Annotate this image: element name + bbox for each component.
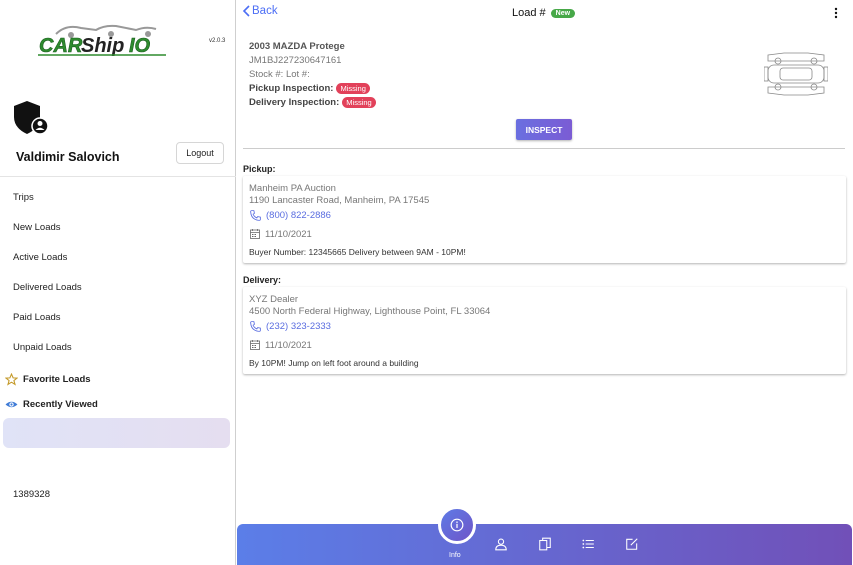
chevron-left-icon — [242, 5, 250, 17]
delivery-name: XYZ Dealer — [249, 294, 299, 305]
svg-text:Ship: Ship — [81, 35, 124, 57]
phone-icon — [250, 210, 261, 221]
pickup-inspection-row: Pickup Inspection: Missing — [249, 83, 370, 94]
sidebar-item-paid-loads[interactable]: Paid Loads — [13, 312, 61, 323]
pickup-date-text: 11/10/2021 — [265, 228, 312, 240]
pickup-phone-number: (800) 822-2886 — [266, 210, 331, 221]
delivery-inspection-label: Delivery Inspection: — [249, 97, 340, 108]
delivery-date-text: 11/10/2021 — [265, 339, 312, 351]
delivery-missing-badge: Missing — [342, 97, 376, 108]
app-version: v2.0.3 — [209, 38, 226, 44]
svg-text:IO: IO — [129, 35, 151, 57]
pickup-card: Manheim PA Auction 1190 Lancaster Road, … — [243, 176, 846, 263]
list-icon[interactable] — [581, 537, 595, 551]
vehicle-vin: JM1BJ227230647161 — [249, 55, 342, 66]
pickup-note: Buyer Number: 12345665 Delivery between … — [249, 247, 466, 257]
delivery-date: 11/10/2021 — [249, 339, 312, 351]
recently-viewed-label: Recently Viewed — [23, 399, 98, 410]
delivery-note: By 10PM! Jump on left foot around a buil… — [249, 358, 419, 368]
favorite-loads-label: Favorite Loads — [23, 374, 91, 385]
pickup-section-label: Pickup: — [243, 164, 276, 174]
user-name: Valdimir Salovich — [16, 150, 120, 164]
main-content: Back Load # New 2003 MAZDA Protege JM1BJ… — [237, 0, 853, 565]
sidebar-item-new-loads[interactable]: New Loads — [13, 222, 61, 233]
eye-icon — [5, 401, 18, 408]
user-shield-icon — [14, 101, 49, 135]
more-vert-icon[interactable] — [833, 7, 839, 19]
sidebar-item-delivered-loads[interactable]: Delivered Loads — [13, 282, 82, 293]
car-diagram-icon — [764, 52, 828, 96]
sidebar-code: 1389328 — [13, 489, 50, 500]
info-tab-label: Info — [449, 552, 461, 559]
info-icon — [450, 518, 464, 532]
vehicle-stock-lot: Stock #: Lot #: — [249, 69, 310, 80]
pickup-date: 11/10/2021 — [249, 228, 312, 240]
documents-icon[interactable] — [538, 537, 552, 551]
page-title: Load # New — [512, 7, 576, 19]
sidebar-item-trips[interactable]: Trips — [13, 192, 34, 203]
delivery-section-label: Delivery: — [243, 275, 282, 285]
new-badge: New — [550, 8, 576, 18]
star-icon — [5, 373, 18, 386]
calendar-icon — [250, 340, 260, 350]
logout-button[interactable]: Logout — [176, 142, 224, 164]
sidebar-divider — [0, 176, 236, 177]
sidebar-item-unpaid-loads[interactable]: Unpaid Loads — [13, 342, 72, 353]
vehicle-name: 2003 MAZDA Protege — [249, 41, 345, 52]
edit-icon[interactable] — [625, 537, 639, 551]
load-title: Load # — [512, 7, 546, 19]
calendar-icon — [250, 229, 260, 239]
section-divider — [243, 148, 845, 149]
phone-icon — [250, 321, 261, 332]
person-icon[interactable] — [494, 537, 508, 551]
sidebar: CAR Ship IO v2.0.3 Valdimir Salovich Log… — [0, 0, 236, 565]
svg-text:CAR: CAR — [39, 35, 83, 57]
inspect-button[interactable]: INSPECT — [516, 119, 572, 140]
delivery-address: 4500 North Federal Highway, Lighthouse P… — [249, 306, 491, 317]
delivery-phone-number: (232) 323-2333 — [266, 321, 331, 332]
info-tab-button[interactable] — [438, 506, 476, 544]
recently-viewed-item[interactable] — [3, 418, 230, 448]
back-label: Back — [252, 5, 278, 17]
delivery-inspection-row: Delivery Inspection: Missing — [249, 97, 376, 108]
pickup-missing-badge: Missing — [336, 83, 370, 94]
pickup-name: Manheim PA Auction — [249, 183, 336, 194]
sidebar-item-recently-viewed[interactable]: Recently Viewed — [5, 398, 98, 411]
delivery-phone[interactable]: (232) 323-2333 — [249, 320, 331, 333]
sidebar-item-favorite-loads[interactable]: Favorite Loads — [5, 373, 91, 386]
back-button[interactable]: Back — [242, 5, 278, 17]
sidebar-item-active-loads[interactable]: Active Loads — [13, 252, 67, 263]
carship-logo: CAR Ship IO — [38, 24, 166, 57]
pickup-inspection-label: Pickup Inspection: — [249, 83, 334, 94]
delivery-card: XYZ Dealer 4500 North Federal Highway, L… — [243, 287, 846, 374]
pickup-phone[interactable]: (800) 822-2886 — [249, 209, 331, 222]
pickup-address: 1190 Lancaster Road, Manheim, PA 17545 — [249, 195, 430, 206]
